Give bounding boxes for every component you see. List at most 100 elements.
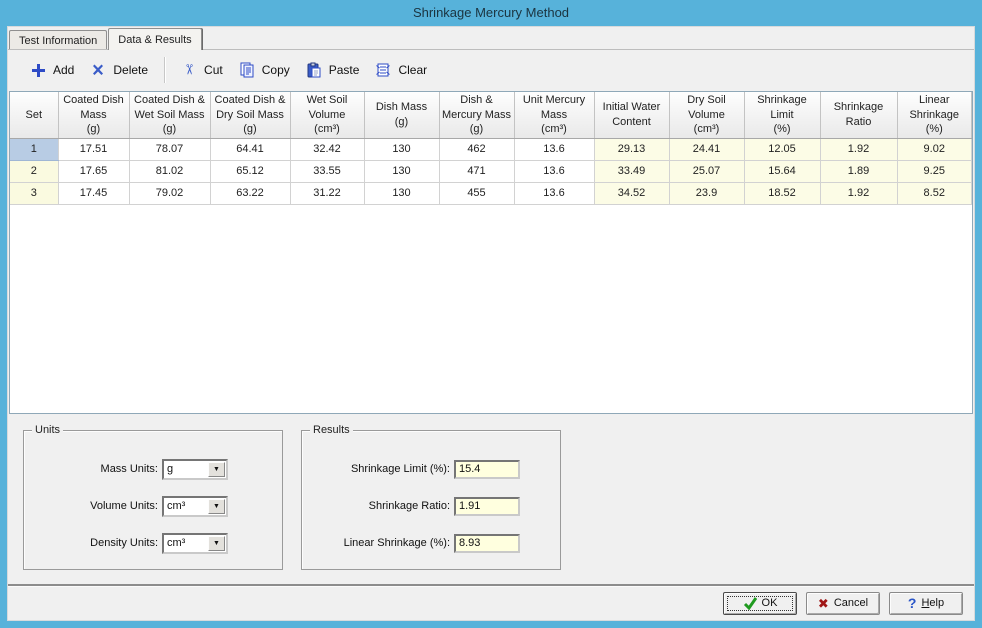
cell-computed: 24.41: [669, 138, 744, 160]
cell[interactable]: 63.22: [210, 182, 290, 204]
add-button[interactable]: Add: [22, 58, 82, 82]
shrinkage-limit-label: Shrinkage Limit (%):: [302, 463, 454, 475]
chevron-down-icon[interactable]: ▼: [208, 536, 225, 551]
ok-label: OK: [762, 597, 778, 609]
cell[interactable]: 33.55: [290, 160, 364, 182]
col-header-initial-water-content[interactable]: Initial Water Content: [594, 92, 669, 138]
cell-computed: 9.25: [897, 160, 972, 182]
cell[interactable]: 130: [364, 182, 439, 204]
cell-computed: 33.49: [594, 160, 669, 182]
cell[interactable]: 65.12: [210, 160, 290, 182]
cancel-button[interactable]: ✖ Cancel: [806, 592, 880, 615]
cell[interactable]: 78.07: [129, 138, 210, 160]
tab-strip: Test Information Data & Results: [8, 28, 974, 50]
volume-units-dropdown[interactable]: cm³ ▼: [162, 496, 228, 517]
density-units-row: Density Units: cm³ ▼: [24, 532, 282, 554]
paste-label: Paste: [329, 63, 360, 77]
col-header-dish-mass[interactable]: Dish Mass (g): [364, 92, 439, 138]
cell[interactable]: 13.6: [514, 160, 594, 182]
clipboard-icon: [306, 62, 322, 78]
cell[interactable]: 17.45: [58, 182, 129, 204]
cell-computed: 9.02: [897, 138, 972, 160]
cell[interactable]: 31.22: [290, 182, 364, 204]
units-groupbox: Units Mass Units: g ▼ Volume Units: cm³ …: [23, 430, 283, 570]
cell[interactable]: 471: [439, 160, 514, 182]
tab-test-information[interactable]: Test Information: [9, 30, 107, 50]
cell-set[interactable]: 3: [10, 182, 58, 204]
plus-icon: [30, 62, 46, 78]
cell[interactable]: 17.51: [58, 138, 129, 160]
mass-units-dropdown[interactable]: g ▼: [162, 459, 228, 480]
density-units-value: cm³: [164, 537, 208, 549]
title-bar[interactable]: Shrinkage Mercury Method: [0, 0, 982, 26]
col-header-set[interactable]: Set: [10, 92, 58, 138]
density-units-dropdown[interactable]: cm³ ▼: [162, 533, 228, 554]
cell-set[interactable]: 1: [10, 138, 58, 160]
linear-shrinkage-field[interactable]: 8.93: [454, 534, 520, 553]
mass-units-value: g: [164, 463, 208, 475]
copy-button[interactable]: Copy: [231, 58, 298, 82]
shrinkage-ratio-row: Shrinkage Ratio: 1.91: [302, 495, 560, 517]
results-groupbox: Results Shrinkage Limit (%): 15.4 Shrink…: [301, 430, 561, 570]
cell[interactable]: 462: [439, 138, 514, 160]
cell-computed: 15.64: [744, 160, 820, 182]
chevron-down-icon[interactable]: ▼: [208, 462, 225, 477]
cell[interactable]: 455: [439, 182, 514, 204]
col-header-shrinkage-limit[interactable]: Shrinkage Limit (%): [744, 92, 820, 138]
cell-computed: 34.52: [594, 182, 669, 204]
col-header-linear-shrinkage[interactable]: Linear Shrinkage (%): [897, 92, 972, 138]
shrinkage-limit-field[interactable]: 15.4: [454, 460, 520, 479]
col-header-dish-mercury-mass[interactable]: Dish & Mercury Mass (g): [439, 92, 514, 138]
add-label: Add: [53, 63, 74, 77]
cell[interactable]: 130: [364, 160, 439, 182]
col-header-coated-dish-wet-soil-mass[interactable]: Coated Dish & Wet Soil Mass (g): [129, 92, 210, 138]
dialog-window: Shrinkage Mercury Method Test Informatio…: [0, 0, 982, 628]
cell[interactable]: 79.02: [129, 182, 210, 204]
shrinkage-ratio-label: Shrinkage Ratio:: [302, 500, 454, 512]
cell[interactable]: 81.02: [129, 160, 210, 182]
tab-label: Data & Results: [118, 34, 191, 46]
chevron-down-icon[interactable]: ▼: [208, 499, 225, 514]
cell[interactable]: 130: [364, 138, 439, 160]
delete-label: Delete: [113, 63, 148, 77]
cell-computed: 25.07: [669, 160, 744, 182]
volume-units-label: Volume Units:: [24, 500, 162, 512]
col-header-unit-mercury-mass[interactable]: Unit Mercury Mass (cm³): [514, 92, 594, 138]
cell-computed: 1.92: [820, 182, 897, 204]
units-legend: Units: [32, 424, 63, 436]
cancel-label: Cancel: [834, 597, 868, 609]
clear-button[interactable]: Clear: [367, 58, 435, 82]
paste-button[interactable]: Paste: [298, 58, 368, 82]
cell-computed: 8.52: [897, 182, 972, 204]
cut-button[interactable]: ✂ Cut: [173, 57, 231, 82]
cell[interactable]: 64.41: [210, 138, 290, 160]
linear-shrinkage-row: Linear Shrinkage (%): 8.93: [302, 532, 560, 554]
button-strip: OK ✖ Cancel ? Help: [8, 586, 974, 620]
help-button[interactable]: ? Help: [889, 592, 963, 615]
col-header-coated-dish-mass[interactable]: Coated Dish Mass (g): [58, 92, 129, 138]
cell-computed: 23.9: [669, 182, 744, 204]
x-mark-icon: ✖: [818, 597, 829, 610]
col-header-shrinkage-ratio[interactable]: Shrinkage Ratio: [820, 92, 897, 138]
col-header-dry-soil-volume[interactable]: Dry Soil Volume (cm³): [669, 92, 744, 138]
cell[interactable]: 32.42: [290, 138, 364, 160]
delete-button[interactable]: Delete: [82, 58, 156, 82]
shrinkage-ratio-field[interactable]: 1.91: [454, 497, 520, 516]
cell[interactable]: 13.6: [514, 138, 594, 160]
col-header-coated-dish-dry-soil-mass[interactable]: Coated Dish & Dry Soil Mass (g): [210, 92, 290, 138]
cell[interactable]: 13.6: [514, 182, 594, 204]
tab-data-results[interactable]: Data & Results: [108, 28, 201, 50]
cell-computed: 1.92: [820, 138, 897, 160]
data-grid-panel: Set Coated Dish Mass (g) Coated Dish & W…: [9, 91, 973, 414]
volume-units-row: Volume Units: cm³ ▼: [24, 495, 282, 517]
mass-units-row: Mass Units: g ▼: [24, 458, 282, 480]
shrinkage-limit-row: Shrinkage Limit (%): 15.4: [302, 458, 560, 480]
cell[interactable]: 17.65: [58, 160, 129, 182]
ok-button[interactable]: OK: [723, 592, 797, 615]
table-row: 1 17.51 78.07 64.41 32.42 130 462 13.6 2…: [10, 138, 972, 160]
col-header-wet-soil-volume[interactable]: Wet Soil Volume (cm³): [290, 92, 364, 138]
check-icon: [743, 596, 757, 610]
scissors-icon: ✂: [181, 62, 198, 78]
cell-set[interactable]: 2: [10, 160, 58, 182]
cut-label: Cut: [204, 63, 223, 77]
